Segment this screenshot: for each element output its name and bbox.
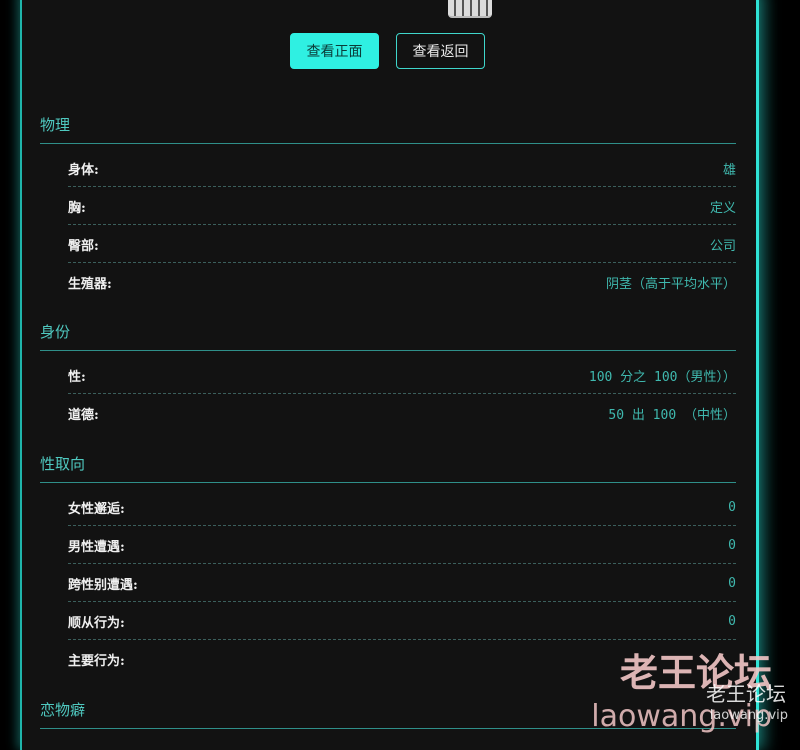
row-female-encounters: 女性邂逅: 0 [68,489,736,526]
row-male-encounters: 男性遭遇: 0 [68,527,736,564]
row-value: 0 [728,537,736,553]
row-value: 0 [728,575,736,591]
row-genitals: 生殖器: 阴茎（高于平均水平） [68,264,736,301]
row-value: 0 [728,499,736,515]
row-value: 公司 [709,238,736,254]
row-label: 男性遭遇: [68,539,125,555]
row-label: 女性邂逅: [68,501,125,517]
row-chest: 胸: 定义 [68,188,736,225]
section-title-identity: 身份 [40,321,736,351]
row-value: 100 分之 100（男性）） [588,369,736,385]
row-morality: 道德: 50 出 100 （中性） [68,395,736,432]
view-front-button[interactable]: 查看正面 [290,33,379,69]
row-value: 0 [728,613,736,629]
row-value: 雄 [722,162,736,178]
row-trans-encounters: 跨性别遭遇: 0 [68,565,736,602]
row-value: 50 出 100 （中性） [608,408,736,423]
view-back-button[interactable]: 查看返回 [396,33,485,69]
row-hips: 臀部: 公司 [68,226,736,263]
section-title-physical: 物理 [40,114,736,144]
card-image-thumbnail[interactable] [448,0,492,18]
watermark-brand-small: 老王论坛 [706,682,786,706]
row-label: 跨性别遭遇: [68,577,138,593]
row-label: 性: [68,369,86,385]
watermark-url-small: laowang.vip [709,708,788,723]
row-label: 主要行为: [68,654,125,669]
row-submissive-acts: 顺从行为: 0 [68,603,736,640]
row-label: 胸: [68,200,86,216]
row-value: 阴茎（高于平均水平） [605,277,736,292]
row-label: 道德: [68,408,99,423]
row-label: 身体: [68,162,99,178]
row-body: 身体: 雄 [68,150,736,187]
row-label: 顺从行为: [68,615,125,631]
section-title-orientation: 性取向 [40,453,736,483]
row-label: 生殖器: [68,277,112,292]
row-sex: 性: 100 分之 100（男性）） [68,357,736,394]
row-label: 臀部: [68,238,99,254]
row-value: 定义 [709,200,736,216]
